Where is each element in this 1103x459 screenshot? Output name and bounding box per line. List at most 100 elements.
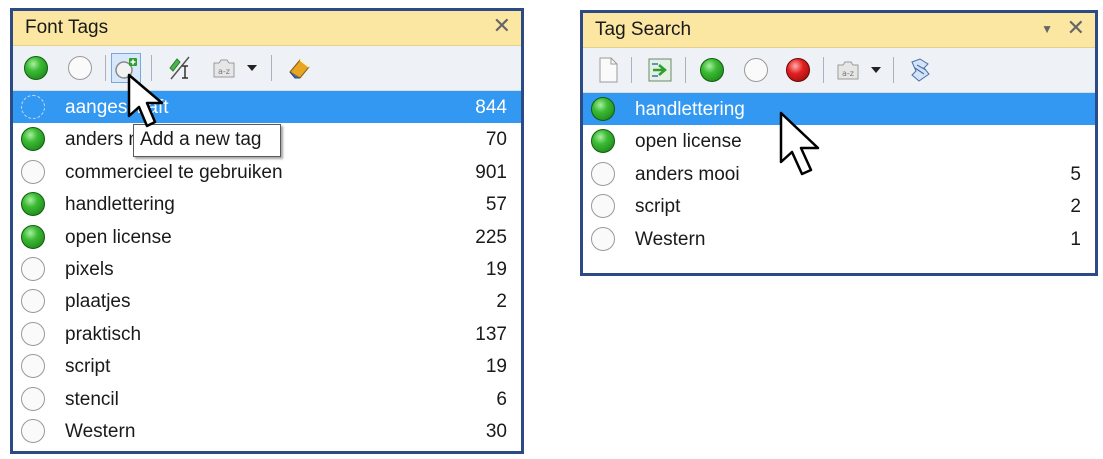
toolbar-separator [631,57,632,83]
dropdown-arrow-icon [247,65,257,71]
green-tag-icon [700,58,724,82]
tag-row[interactable]: open license 225 [13,221,521,253]
tag-count: 5 [1070,163,1081,185]
empty-tag-icon[interactable] [21,354,45,379]
mouse-cursor-icon [127,73,164,128]
new-search-icon [599,57,618,83]
panel-title: Tag Search [595,19,692,40]
tag-label: stencil [65,388,119,410]
tag-options-icon: a-z [213,59,235,78]
svg-text:a-z: a-z [218,67,230,76]
tag-label: praktisch [65,323,142,345]
apply-search-icon [648,58,672,82]
mark-green-button[interactable] [697,55,727,85]
mark-empty-button[interactable] [741,55,771,85]
tag-count: 70 [485,129,507,151]
tag-label: script [635,196,681,218]
tag-row[interactable]: commercieel te gebruiken 901 [13,156,521,188]
tag-row[interactable]: script 19 [13,350,521,382]
tag-label: open license [65,226,172,248]
tag-row[interactable]: plaatjes 2 [13,285,521,317]
tag-search-list: handlettering open license anders mooi 5 scr… [583,93,1095,255]
tag-label: open license [635,131,742,153]
tag-count: 30 [485,420,507,442]
tag-row[interactable]: Western 1 [583,223,1095,255]
dropdown-arrow-icon [871,67,881,73]
search-options-button[interactable]: a-z [833,55,863,85]
close-button[interactable]: ✕ [1067,15,1085,41]
toolbar-separator [271,55,272,81]
tag-search-titlebar: Tag Search ▼ ✕ [583,13,1095,48]
empty-tag-icon[interactable] [21,159,45,184]
tag-label: commercieel te gebruiken [65,161,283,183]
mark-empty-button[interactable] [65,53,95,83]
empty-tag-icon[interactable] [21,256,45,281]
empty-tag-icon [68,56,92,80]
tag-label: pixels [65,258,114,280]
tag-count: 1 [1070,228,1081,250]
tag-search-panel: Tag Search ▼ ✕ a-z handlettering open li… [580,10,1098,276]
green-tag-icon[interactable] [21,224,45,249]
toolbar-separator [893,57,894,83]
green-tag-icon[interactable] [21,192,45,217]
green-tag-icon[interactable] [591,97,615,121]
tag-row[interactable]: aangeschaft 844 [13,91,521,124]
tag-count: 225 [475,226,507,248]
tag-count: 19 [485,258,507,280]
mouse-cursor-icon [779,111,820,176]
green-tag-icon[interactable] [21,127,45,152]
tag-row[interactable]: Western 30 [13,415,521,447]
panel-title: Font Tags [25,17,109,38]
tag-options-dropdown[interactable] [243,53,261,83]
empty-tag-icon[interactable] [21,289,45,314]
green-tag-icon[interactable] [591,129,615,154]
apply-search-button[interactable] [645,55,675,85]
close-button[interactable]: ✕ [493,13,511,39]
tag-count: 2 [496,291,507,313]
tag-count: 2 [1070,196,1081,218]
search-options-icon: a-z [837,61,859,80]
search-help-icon [911,58,930,82]
search-help-button[interactable] [905,55,935,85]
new-search-button[interactable] [593,55,623,85]
tag-label: Western [65,420,136,442]
tag-row[interactable]: script 2 [583,190,1095,222]
font-tags-panel: Font Tags ✕ a-z aangeschaft 844 anders m… [10,8,524,454]
dotted-tag-icon[interactable] [21,95,45,119]
tag-count: 844 [475,97,507,118]
mark-green-button[interactable] [21,53,51,83]
mark-red-button[interactable] [783,55,813,85]
search-options-dropdown[interactable] [867,55,885,85]
empty-tag-icon[interactable] [591,161,615,186]
tag-row[interactable]: anders mooi 5 [583,158,1095,190]
clear-tags-button[interactable] [285,53,315,83]
empty-tag-icon[interactable] [21,321,45,346]
font-tags-toolbar: a-z [13,46,521,91]
tag-search-toolbar: a-z [583,48,1095,93]
empty-tag-icon[interactable] [21,418,45,443]
tag-count: 901 [475,161,507,183]
clear-tags-icon [289,59,310,79]
tag-label: handlettering [65,194,175,216]
tag-row[interactable]: handlettering 57 [13,188,521,220]
empty-tag-icon[interactable] [591,226,615,251]
empty-tag-icon[interactable] [21,386,45,411]
tag-row[interactable]: stencil 6 [13,383,521,415]
svg-text:a-z: a-z [842,69,854,78]
tag-row[interactable]: praktisch 137 [13,318,521,350]
tag-label: anders mooi [635,163,740,185]
empty-tag-icon[interactable] [591,194,615,219]
panel-menu-button[interactable]: ▼ [1041,22,1053,36]
tag-options-button[interactable]: a-z [209,53,239,83]
tag-count: 6 [496,388,507,410]
tag-count: 19 [485,356,507,378]
tag-row[interactable]: pixels 19 [13,253,521,285]
red-tag-icon [786,58,810,82]
green-tag-icon [24,56,48,80]
tag-count: 57 [485,194,507,216]
empty-tag-icon [744,58,768,82]
tag-row[interactable]: open license [583,125,1095,157]
toolbar-separator [823,57,824,83]
font-tags-titlebar: Font Tags ✕ [13,11,521,46]
tag-row[interactable]: handlettering [583,93,1095,126]
